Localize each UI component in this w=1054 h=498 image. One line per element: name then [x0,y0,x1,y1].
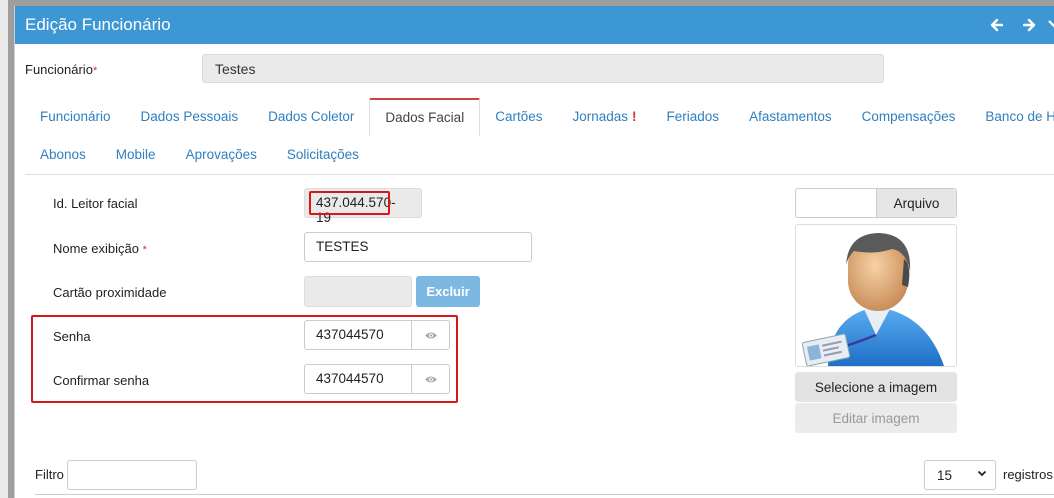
tab-cartoes[interactable]: Cartões [480,98,557,136]
filter-label: Filtro [35,467,64,482]
id-leitor-label: Id. Leitor facial [53,196,138,211]
filter-input[interactable] [67,460,197,490]
tab-dados-facial[interactable]: Dados Facial [369,98,481,136]
select-image-button[interactable]: Selecione a imagem [795,372,957,402]
nome-exibicao-label: Nome exibição * [53,241,147,256]
arrow-left-icon[interactable] [985,14,1007,36]
edit-employee-modal: Edição Funcionário Funcionário* Testes F… [14,6,1054,498]
arquivo-button[interactable]: Arquivo [876,189,956,217]
records-label: registros [1003,467,1053,482]
tab-solicitacoes[interactable]: Solicitações [272,136,374,174]
close-icon[interactable] [1047,14,1054,36]
tab-afastamentos[interactable]: Afastamentos [734,98,847,136]
tab-row-2: Abonos Mobile Aprovações Solicitações [25,136,1054,174]
tab-aprovacoes[interactable]: Aprovações [171,136,272,174]
tab-funcionario[interactable]: Funcionário [25,98,126,136]
employee-select[interactable]: Testes [202,54,884,83]
excluir-button[interactable]: Excluir [416,276,480,307]
arrow-right-icon[interactable] [1019,14,1041,36]
highlight-box-id [309,191,390,215]
tab-dados-coletor[interactable]: Dados Coletor [253,98,369,136]
nome-exibicao-input[interactable]: TESTES [304,232,532,262]
tab-abonos[interactable]: Abonos [25,136,101,174]
highlight-box-passwords [31,315,458,403]
tab-row-1: Funcionário Dados Pessoais Dados Coletor… [25,98,1054,136]
warning-badge: ! [632,109,637,124]
tab-jornadas[interactable]: Jornadas! [557,98,651,136]
modal-title: Edição Funcionário [25,15,171,34]
tab-feriados[interactable]: Feriados [652,98,735,136]
background-window-edge [0,0,8,498]
page-size-select[interactable]: 15 [924,460,996,490]
edit-image-button[interactable]: Editar imagem [795,403,957,433]
table-header-edge [35,494,1054,498]
person-avatar-icon [801,233,944,366]
tab-banco-de-horas[interactable]: Banco de Horas [970,98,1054,136]
file-picker[interactable]: Arquivo [795,188,957,218]
cartao-proximidade-label: Cartão proximidade [53,285,167,300]
cartao-proximidade-field[interactable] [304,276,412,307]
tab-mobile[interactable]: Mobile [101,136,171,174]
modal-header: Edição Funcionário [15,6,1054,44]
employee-row: Funcionário* Testes [15,54,1054,84]
tab-dados-pessoais[interactable]: Dados Pessoais [126,98,254,136]
employee-label: Funcionário* [25,62,98,77]
tab-compensacoes[interactable]: Compensações [847,98,971,136]
tab-bar: Funcionário Dados Pessoais Dados Coletor… [25,98,1054,174]
tab-panel-border [25,174,1054,175]
employee-photo [795,224,957,367]
chevron-down-icon [977,468,987,481]
